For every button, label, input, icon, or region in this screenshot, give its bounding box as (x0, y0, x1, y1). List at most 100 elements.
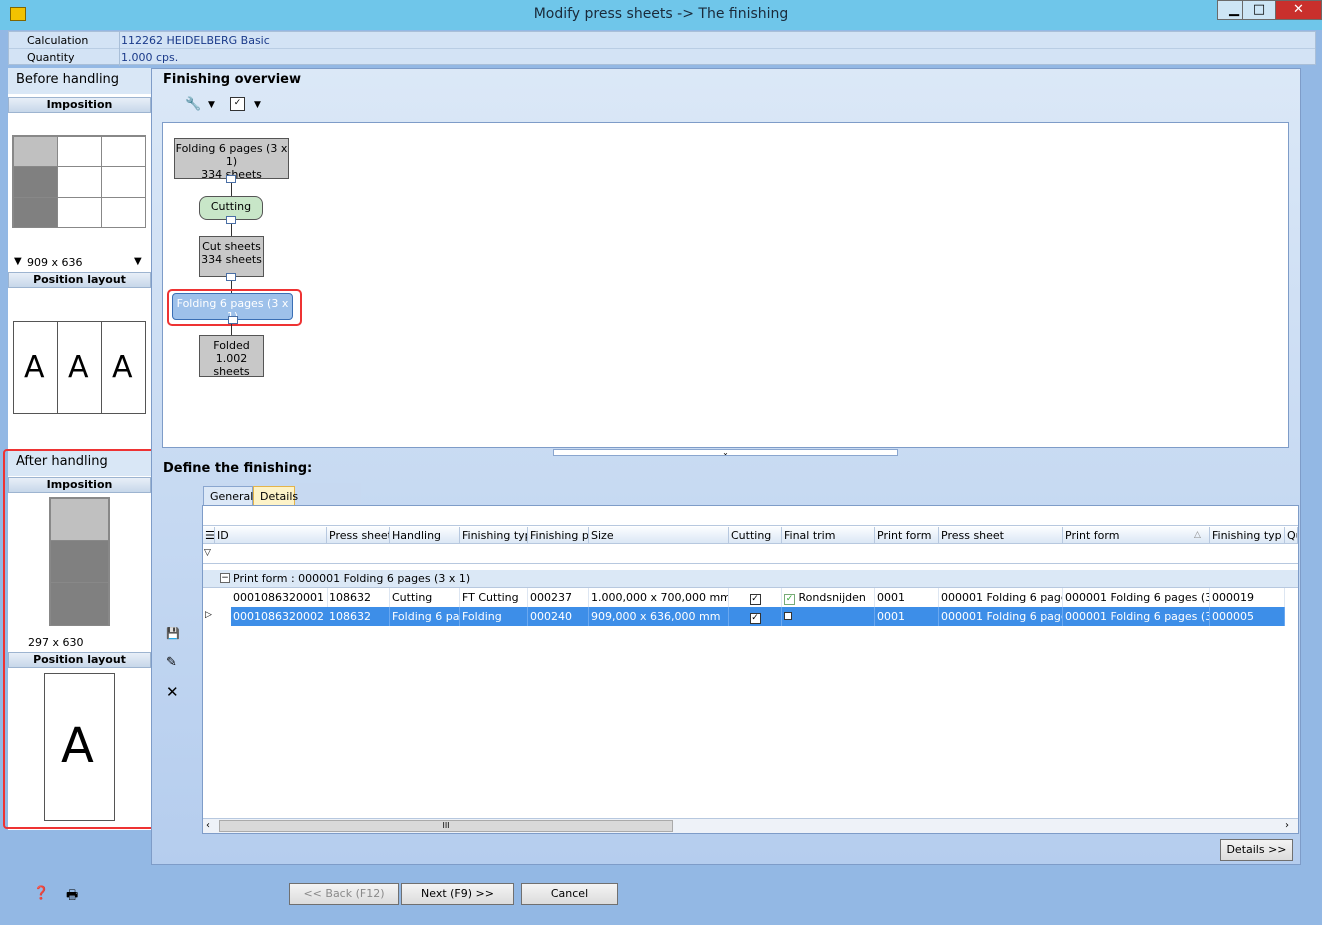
port (226, 273, 236, 281)
column-header[interactable]: Final trim (782, 527, 875, 544)
column-header[interactable]: Print form (875, 527, 939, 544)
splitter-handle[interactable]: ⌄ (553, 449, 898, 457)
collapse-icon[interactable]: − (220, 573, 230, 583)
layout-letter: A (24, 350, 45, 385)
maximize-button[interactable]: □ (1242, 0, 1276, 20)
grid-cell (57, 136, 102, 167)
node-text: 334 sheets (201, 253, 262, 266)
final-trim-checkbox[interactable]: ✓ (784, 594, 795, 605)
next-button[interactable]: Next (F9) >> (401, 883, 514, 905)
group-label: Print form : 000001 Folding 6 pages (3 x… (233, 572, 471, 585)
cell-id: 0001086320002 (231, 607, 328, 626)
cell-size: 909,000 x 636,000 mm (589, 607, 729, 626)
before-imposition-header: Imposition (8, 97, 151, 113)
cell-final-trim[interactable]: ✓ Rondsnijden (782, 588, 875, 607)
cell-print-form-name: 000001 Folding 6 pages (3 x 1) (1063, 588, 1210, 607)
before-size-label: 909 x 636 (27, 256, 83, 269)
cell-finishing-pr: 000240 (528, 607, 589, 626)
group-row[interactable]: − Print form : 000001 Folding 6 pages (3… (203, 570, 1298, 588)
cell-handling: Cutting (390, 588, 460, 607)
delete-icon[interactable]: ✕ (166, 683, 179, 701)
node-folding-source[interactable]: Folding 6 pages (3 x 1) 334 sheets (174, 138, 289, 181)
before-prev-icon[interactable]: ▼ (14, 256, 22, 267)
filter-row[interactable]: ▽ (203, 544, 1298, 564)
cell-print-form-name: 000001 Folding 6 pages (3 x 1) (1063, 607, 1210, 626)
checklist-icon[interactable]: ✓ (230, 97, 245, 111)
scroll-thumb[interactable]: III (219, 820, 673, 832)
cell-press-sheet: 108632 (327, 607, 390, 626)
final-trim-checkbox[interactable] (784, 612, 792, 620)
cell-size: 1.000,000 x 700,000 mm (589, 588, 729, 607)
info-band: Calculation 112262 HEIDELBERG Basic Quan… (8, 31, 1316, 66)
chevron-down-icon[interactable]: ▼ (254, 100, 261, 110)
scroll-left-icon[interactable]: ‹ (206, 820, 210, 831)
before-handling-title: Before handling (8, 68, 151, 94)
cell-press-sheet: 108632 (327, 588, 390, 607)
cell-press-sheet-name: 000001 Folding 6 pages (3 x 1) (939, 588, 1063, 607)
column-header[interactable]: Size (589, 527, 729, 544)
grid-cell (101, 136, 146, 167)
before-position-layout-header: Position layout (8, 272, 151, 288)
quantity-value: 1.000 cps. (121, 51, 179, 64)
grid-cell (101, 166, 146, 198)
node-text: Cutting (210, 200, 252, 213)
cancel-button[interactable]: Cancel (521, 883, 618, 905)
scroll-right-icon[interactable]: › (1285, 820, 1289, 831)
column-header[interactable]: Handling (390, 527, 460, 544)
tab-general[interactable]: General (203, 486, 253, 506)
details-button[interactable]: Details >> (1220, 839, 1293, 861)
layout-letter: A (68, 350, 89, 385)
group-by-panel[interactable] (203, 506, 1298, 526)
cell-id: 0001086320001 (231, 588, 328, 607)
title-bar: Modify press sheets -> The finishing (0, 0, 1322, 30)
close-button[interactable]: ✕ (1275, 0, 1322, 20)
cell-press-sheet-name: 000001 Folding 6 pages (3 x 1) (939, 607, 1063, 626)
back-button[interactable]: << Back (F12) (289, 883, 399, 905)
layout-panel: A (101, 321, 146, 414)
calculation-label: Calculation (27, 34, 89, 47)
cell-print-form: 0001 (875, 588, 939, 607)
node-folded[interactable]: Folded 1.002 sheets (199, 335, 264, 378)
column-header[interactable]: Finishing type (460, 527, 528, 544)
column-header[interactable]: ID (215, 527, 327, 544)
layout-panel: A (57, 321, 102, 414)
cell-cutting[interactable]: ✓ (729, 588, 782, 607)
layout-panel: A (13, 321, 58, 414)
wrench-icon[interactable]: 🔧 (185, 97, 201, 112)
node-text: Folded (213, 339, 250, 352)
cell-finishing-typ: 000019 (1210, 588, 1285, 607)
eraser-icon[interactable]: ✎ (166, 655, 177, 670)
node-cut-sheets[interactable]: Cut sheets 334 sheets (199, 236, 264, 277)
port (228, 316, 238, 324)
filter-icon[interactable]: ▽ (204, 548, 211, 558)
save-icon[interactable]: 💾 (166, 627, 180, 640)
column-header[interactable]: Print form (1063, 527, 1210, 544)
grid-cell (13, 136, 58, 167)
cell-cutting[interactable]: ✓ (729, 607, 782, 626)
calculation-value: 112262 HEIDELBERG Basic (121, 34, 270, 47)
cell-final-trim[interactable] (782, 607, 875, 626)
node-text: Folding 6 pages (3 x 1) (175, 142, 288, 168)
cell-print-form: 0001 (875, 607, 939, 626)
column-header[interactable]: Finishing typ (1210, 527, 1285, 544)
app-icon (10, 7, 26, 21)
columns-icon[interactable]: ☰ (205, 529, 214, 542)
column-header[interactable]: Cutting (729, 527, 782, 544)
cell-finishing-type: Folding (460, 607, 528, 626)
cutting-checkbox[interactable]: ✓ (749, 594, 761, 605)
table-row[interactable]: 0001086320001 108632 Cutting FT Cutting … (203, 588, 1298, 607)
grid-cell (13, 166, 58, 198)
chevron-down-icon[interactable]: ▼ (208, 100, 215, 110)
help-icon[interactable]: ❓ (33, 886, 49, 901)
column-header[interactable]: Press sheet (939, 527, 1063, 544)
finishing-diagram: Folding 6 pages (3 x 1) 334 sheets Cutti… (162, 122, 1289, 448)
table-row-selected[interactable]: ▷ 0001086320002 108632 Folding 6 pages (… (203, 607, 1298, 626)
column-header[interactable]: Press sheet (327, 527, 390, 544)
print-icon[interactable]: 🖶 (66, 886, 78, 908)
horizontal-scrollbar[interactable]: ‹ III › (203, 818, 1298, 833)
tab-details[interactable]: Details (253, 486, 298, 506)
cutting-checkbox[interactable]: ✓ (749, 613, 761, 624)
before-next-icon[interactable]: ▼ (134, 256, 142, 267)
column-header[interactable]: Finishing pr (528, 527, 589, 544)
column-header[interactable]: Qu (1285, 527, 1298, 544)
